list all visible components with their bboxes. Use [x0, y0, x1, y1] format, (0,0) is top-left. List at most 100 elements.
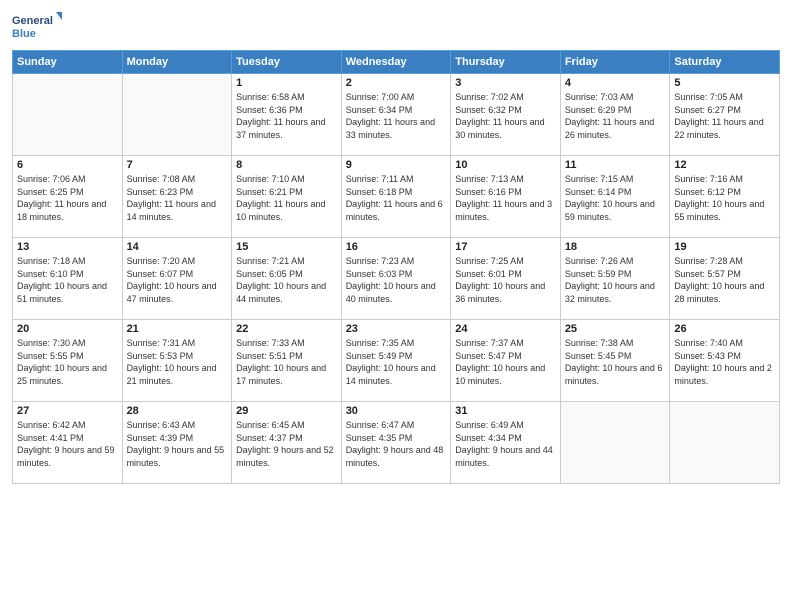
day-info: Sunrise: 7:26 AM Sunset: 5:59 PM Dayligh…: [565, 255, 666, 305]
calendar-cell: [560, 402, 670, 484]
day-number: 14: [127, 241, 228, 253]
day-number: 29: [236, 405, 337, 417]
day-info: Sunrise: 7:02 AM Sunset: 6:32 PM Dayligh…: [455, 91, 556, 141]
calendar-cell: 13 Sunrise: 7:18 AM Sunset: 6:10 PM Dayli…: [13, 238, 123, 320]
day-number: 22: [236, 323, 337, 335]
calendar-cell: 31Sunrise: 6:49 AM Sunset: 4:34 PM Dayli…: [451, 402, 561, 484]
day-info: Sunrise: 6:42 AM Sunset: 4:41 PM Dayligh…: [17, 419, 118, 469]
calendar-cell: [122, 74, 232, 156]
calendar-cell: 29 Sunrise: 6:45 AM Sunset: 4:37 PM Dayli…: [232, 402, 342, 484]
weekday-header: Friday: [560, 51, 670, 74]
logo: General Blue: [12, 10, 62, 46]
day-number: 5: [674, 77, 775, 89]
calendar-week-row: 20 Sunrise: 7:30 AM Sunset: 5:55 PM Dayli…: [13, 320, 780, 402]
day-info: Sunrise: 7:30 AM Sunset: 5:55 PM Dayligh…: [17, 337, 118, 387]
day-info: Sunrise: 6:47 AM Sunset: 4:35 PM Dayligh…: [346, 419, 447, 469]
day-info: Sunrise: 7:28 AM Sunset: 5:57 PM Dayligh…: [674, 255, 775, 305]
svg-text:General: General: [12, 15, 53, 27]
calendar-cell: 21Sunrise: 7:31 AM Sunset: 5:53 PM Dayli…: [122, 320, 232, 402]
weekday-header: Wednesday: [341, 51, 451, 74]
day-number: 10: [455, 159, 556, 171]
calendar-cell: 23Sunrise: 7:35 AM Sunset: 5:49 PM Dayli…: [341, 320, 451, 402]
day-info: Sunrise: 7:40 AM Sunset: 5:43 PM Dayligh…: [674, 337, 775, 387]
day-number: 23: [346, 323, 447, 335]
day-number: 12: [674, 159, 775, 171]
day-info: Sunrise: 7:08 AM Sunset: 6:23 PM Dayligh…: [127, 173, 228, 223]
day-info: Sunrise: 7:00 AM Sunset: 6:34 PM Dayligh…: [346, 91, 447, 141]
day-info: Sunrise: 7:21 AM Sunset: 6:05 PM Dayligh…: [236, 255, 337, 305]
day-number: 28: [127, 405, 228, 417]
calendar-week-row: 13 Sunrise: 7:18 AM Sunset: 6:10 PM Dayli…: [13, 238, 780, 320]
calendar-cell: 14 Sunrise: 7:20 AM Sunset: 6:07 PM Dayli…: [122, 238, 232, 320]
calendar-cell: 12Sunrise: 7:16 AM Sunset: 6:12 PM Dayli…: [670, 156, 780, 238]
calendar-cell: [13, 74, 123, 156]
calendar-cell: 17 Sunrise: 7:25 AM Sunset: 6:01 PM Dayli…: [451, 238, 561, 320]
calendar-cell: 4 Sunrise: 7:03 AM Sunset: 6:29 PM Daylig…: [560, 74, 670, 156]
day-info: Sunrise: 7:20 AM Sunset: 6:07 PM Dayligh…: [127, 255, 228, 305]
calendar-cell: 27 Sunrise: 6:42 AM Sunset: 4:41 PM Dayli…: [13, 402, 123, 484]
svg-text:Blue: Blue: [12, 28, 36, 40]
day-info: Sunrise: 7:11 AM Sunset: 6:18 PM Dayligh…: [346, 173, 447, 223]
weekday-header: Thursday: [451, 51, 561, 74]
day-info: Sunrise: 6:43 AM Sunset: 4:39 PM Dayligh…: [127, 419, 228, 469]
day-number: 25: [565, 323, 666, 335]
day-number: 19: [674, 241, 775, 253]
day-info: Sunrise: 7:25 AM Sunset: 6:01 PM Dayligh…: [455, 255, 556, 305]
calendar-cell: 1 Sunrise: 6:58 AM Sunset: 6:36 PM Daylig…: [232, 74, 342, 156]
day-number: 8: [236, 159, 337, 171]
day-info: Sunrise: 6:58 AM Sunset: 6:36 PM Dayligh…: [236, 91, 337, 141]
day-number: 31: [455, 405, 556, 417]
day-number: 20: [17, 323, 118, 335]
calendar-cell: 16 Sunrise: 7:23 AM Sunset: 6:03 PM Dayli…: [341, 238, 451, 320]
day-info: Sunrise: 7:10 AM Sunset: 6:21 PM Dayligh…: [236, 173, 337, 223]
calendar-cell: [670, 402, 780, 484]
calendar-cell: 25 Sunrise: 7:38 AM Sunset: 5:45 PM Dayli…: [560, 320, 670, 402]
weekday-header: Tuesday: [232, 51, 342, 74]
day-number: 21: [127, 323, 228, 335]
day-info: Sunrise: 7:37 AM Sunset: 5:47 PM Dayligh…: [455, 337, 556, 387]
day-number: 4: [565, 77, 666, 89]
day-info: Sunrise: 6:45 AM Sunset: 4:37 PM Dayligh…: [236, 419, 337, 469]
calendar-cell: 2 Sunrise: 7:00 AM Sunset: 6:34 PM Daylig…: [341, 74, 451, 156]
day-number: 17: [455, 241, 556, 253]
day-number: 16: [346, 241, 447, 253]
calendar-week-row: 27 Sunrise: 6:42 AM Sunset: 4:41 PM Dayli…: [13, 402, 780, 484]
calendar-cell: 15 Sunrise: 7:21 AM Sunset: 6:05 PM Dayli…: [232, 238, 342, 320]
day-number: 7: [127, 159, 228, 171]
day-number: 24: [455, 323, 556, 335]
day-number: 6: [17, 159, 118, 171]
calendar-table: SundayMondayTuesdayWednesdayThursdayFrid…: [12, 50, 780, 484]
day-number: 9: [346, 159, 447, 171]
calendar-cell: 10 Sunrise: 7:13 AM Sunset: 6:16 PM Dayli…: [451, 156, 561, 238]
day-info: Sunrise: 7:38 AM Sunset: 5:45 PM Dayligh…: [565, 337, 666, 387]
day-info: Sunrise: 7:18 AM Sunset: 6:10 PM Dayligh…: [17, 255, 118, 305]
day-number: 13: [17, 241, 118, 253]
day-number: 26: [674, 323, 775, 335]
calendar-cell: 22 Sunrise: 7:33 AM Sunset: 5:51 PM Dayli…: [232, 320, 342, 402]
day-info: Sunrise: 7:15 AM Sunset: 6:14 PM Dayligh…: [565, 173, 666, 223]
day-number: 18: [565, 241, 666, 253]
calendar-cell: 11Sunrise: 7:15 AM Sunset: 6:14 PM Dayli…: [560, 156, 670, 238]
calendar-cell: 7 Sunrise: 7:08 AM Sunset: 6:23 PM Daylig…: [122, 156, 232, 238]
day-info: Sunrise: 7:13 AM Sunset: 6:16 PM Dayligh…: [455, 173, 556, 223]
day-info: Sunrise: 7:05 AM Sunset: 6:27 PM Dayligh…: [674, 91, 775, 141]
calendar-cell: 20 Sunrise: 7:30 AM Sunset: 5:55 PM Dayli…: [13, 320, 123, 402]
weekday-header: Monday: [122, 51, 232, 74]
weekday-header: Saturday: [670, 51, 780, 74]
calendar-cell: 8 Sunrise: 7:10 AM Sunset: 6:21 PM Daylig…: [232, 156, 342, 238]
calendar-cell: 3Sunrise: 7:02 AM Sunset: 6:32 PM Daylig…: [451, 74, 561, 156]
day-number: 2: [346, 77, 447, 89]
calendar-week-row: 6Sunrise: 7:06 AM Sunset: 6:25 PM Daylig…: [13, 156, 780, 238]
day-info: Sunrise: 7:03 AM Sunset: 6:29 PM Dayligh…: [565, 91, 666, 141]
main-container: General Blue SundayMondayTuesdayWednesda…: [0, 0, 792, 490]
calendar-cell: 5 Sunrise: 7:05 AM Sunset: 6:27 PM Daylig…: [670, 74, 780, 156]
day-number: 1: [236, 77, 337, 89]
day-info: Sunrise: 7:33 AM Sunset: 5:51 PM Dayligh…: [236, 337, 337, 387]
day-number: 27: [17, 405, 118, 417]
calendar-cell: 28 Sunrise: 6:43 AM Sunset: 4:39 PM Dayli…: [122, 402, 232, 484]
calendar-cell: 26 Sunrise: 7:40 AM Sunset: 5:43 PM Dayli…: [670, 320, 780, 402]
weekday-header: Sunday: [13, 51, 123, 74]
header: General Blue: [12, 10, 780, 46]
day-number: 15: [236, 241, 337, 253]
day-info: Sunrise: 7:23 AM Sunset: 6:03 PM Dayligh…: [346, 255, 447, 305]
